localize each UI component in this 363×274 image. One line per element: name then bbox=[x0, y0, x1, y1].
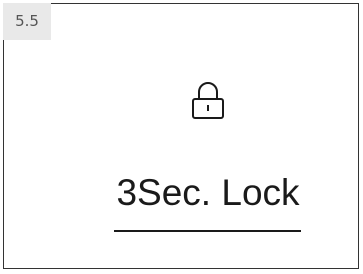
step-number-label: 5.5 bbox=[3, 3, 51, 40]
lock-status-text: 3Sec. Lock bbox=[116, 172, 300, 213]
status-underline bbox=[114, 230, 301, 232]
lock-icon bbox=[191, 80, 225, 120]
